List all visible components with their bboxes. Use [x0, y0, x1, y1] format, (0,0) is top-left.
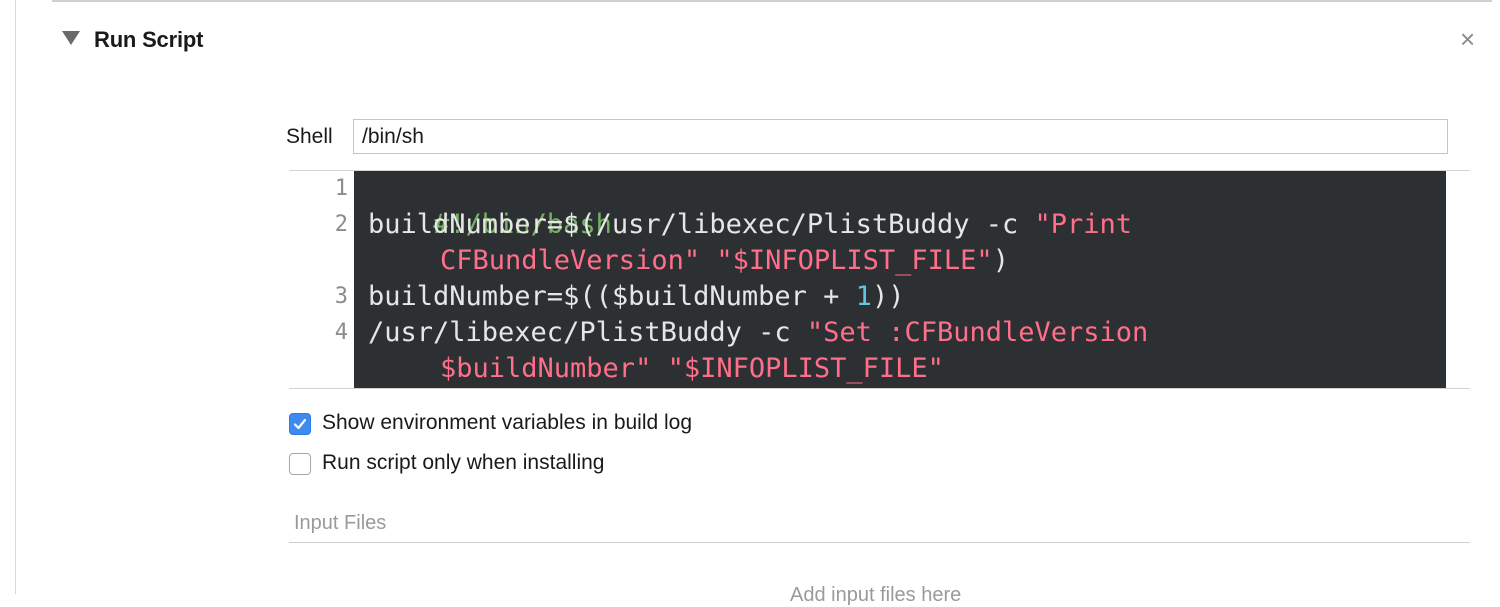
editor-bottom-divider	[289, 388, 1470, 389]
code-line: buildNumber=$(/usr/libexec/PlistBuddy -c…	[368, 207, 1132, 243]
code-line-wrapped: $buildNumber" "$INFOPLIST_FILE"	[440, 351, 944, 387]
show-env-checkbox[interactable]	[289, 413, 311, 435]
show-env-label[interactable]: Show environment variables in build log	[322, 411, 692, 435]
run-script-build-phase: Run Script × Shell 1 2 3 4 #!/bin/bash b…	[0, 0, 1500, 606]
code-line-wrapped: CFBundleVersion" "$INFOPLIST_FILE")	[440, 243, 1009, 279]
line-number: 3	[334, 284, 348, 309]
triangle-down-icon[interactable]	[62, 31, 80, 45]
line-number: 2	[334, 212, 348, 237]
code-token-string: CFBundleVersion" "$INFOPLIST_FILE"	[440, 245, 993, 276]
code-token-string: "Print	[1034, 209, 1133, 240]
code-line: buildNumber=$(($buildNumber + 1))	[368, 279, 904, 315]
code-token-string: "Set :CFBundleVersion	[806, 317, 1149, 348]
top-divider	[52, 0, 1492, 2]
line-number-gutter	[289, 171, 354, 388]
install-only-label[interactable]: Run script only when installing	[322, 451, 604, 475]
left-divider	[15, 0, 16, 594]
shell-input[interactable]	[353, 119, 1448, 154]
input-files-divider	[289, 542, 1470, 543]
code-token-plain: )	[992, 245, 1009, 276]
checkmark-icon	[293, 418, 307, 430]
code-token-plain: ))	[871, 281, 905, 312]
code-line: /usr/libexec/PlistBuddy -c "Set :CFBundl…	[368, 315, 1148, 351]
code-token-string: $buildNumber" "$INFOPLIST_FILE"	[440, 353, 944, 384]
close-icon[interactable]: ×	[1460, 26, 1475, 52]
code-token-number: 1	[855, 281, 872, 312]
input-files-placeholder: Add input files here	[790, 584, 962, 606]
input-files-heading: Input Files	[294, 512, 387, 534]
phase-title[interactable]: Run Script	[94, 27, 203, 53]
code-token-plain: buildNumber=$(($buildNumber +	[368, 281, 856, 312]
code-token-plain: buildNumber=$(/usr/libexec/PlistBuddy -c	[368, 209, 1035, 240]
install-only-checkbox[interactable]	[289, 453, 311, 475]
shell-label: Shell	[286, 125, 333, 148]
code-token-plain: /usr/libexec/PlistBuddy -c	[368, 317, 807, 348]
line-number: 4	[334, 320, 348, 345]
line-number: 1	[334, 176, 348, 201]
